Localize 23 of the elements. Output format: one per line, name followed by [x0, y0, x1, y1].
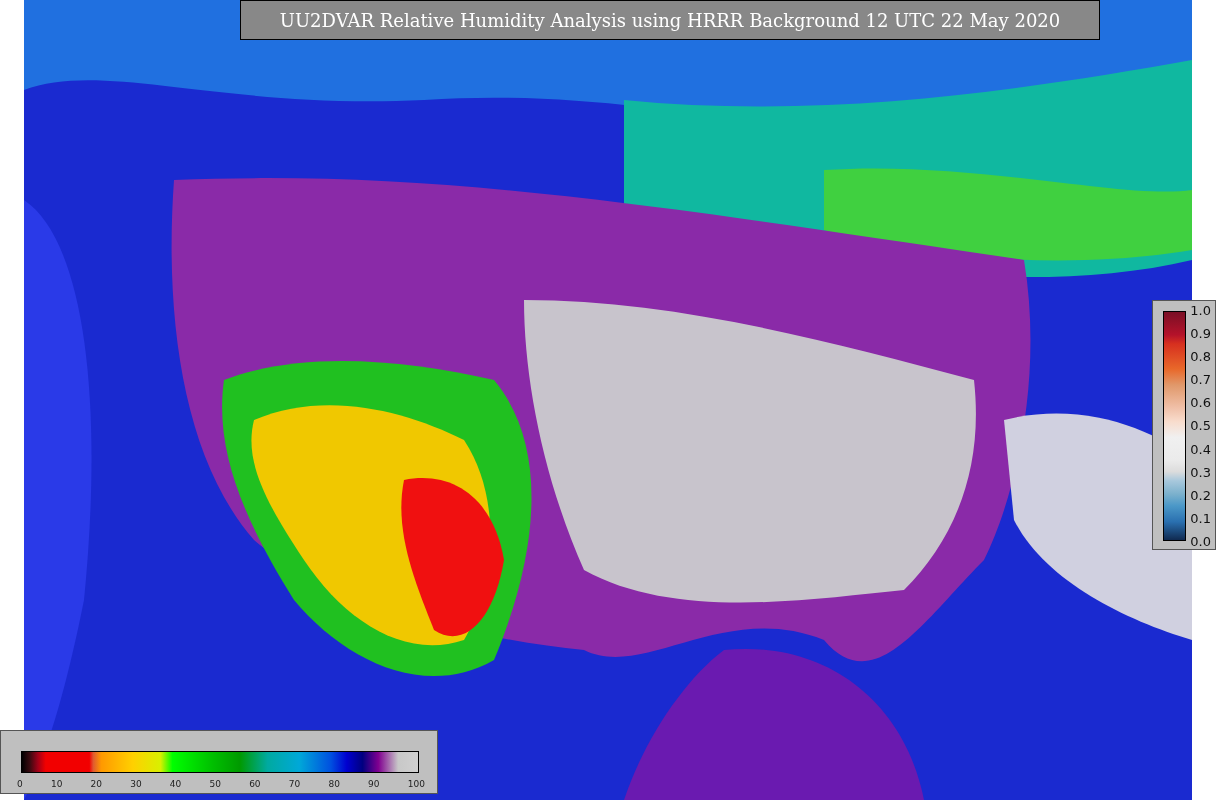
tick-label: 20	[90, 779, 102, 789]
tick-label: 0.7	[1190, 372, 1211, 388]
tick-label: 100	[407, 779, 425, 789]
tick-label: 50	[209, 779, 221, 789]
chart-title: UU2DVAR Relative Humidity Analysis using HRRR Background 12 UTC 22 May 2020	[240, 0, 1100, 40]
tick-label: 0.2	[1190, 487, 1211, 503]
tick-label: 90	[368, 779, 380, 789]
tick-label: 0.8	[1190, 349, 1211, 365]
tick-label: 0.9	[1190, 326, 1211, 342]
tick-label: 0.5	[1190, 418, 1211, 434]
tick-label: 80	[328, 779, 340, 789]
tick-label: 0.0	[1190, 533, 1211, 549]
tick-label: 0.6	[1190, 395, 1211, 411]
tick-label: 60	[249, 779, 261, 789]
tick-label: 0.3	[1190, 464, 1211, 480]
tick-label: 0.1	[1190, 510, 1211, 526]
tick-label: 40	[169, 779, 182, 789]
tick-label: 30	[130, 779, 142, 789]
tick-label: 10	[50, 779, 63, 789]
tick-label: 70	[288, 779, 301, 789]
tick-label: 1.0	[1190, 303, 1211, 318]
tick-label: 0.4	[1190, 441, 1211, 457]
tick-label: 0	[17, 779, 23, 789]
